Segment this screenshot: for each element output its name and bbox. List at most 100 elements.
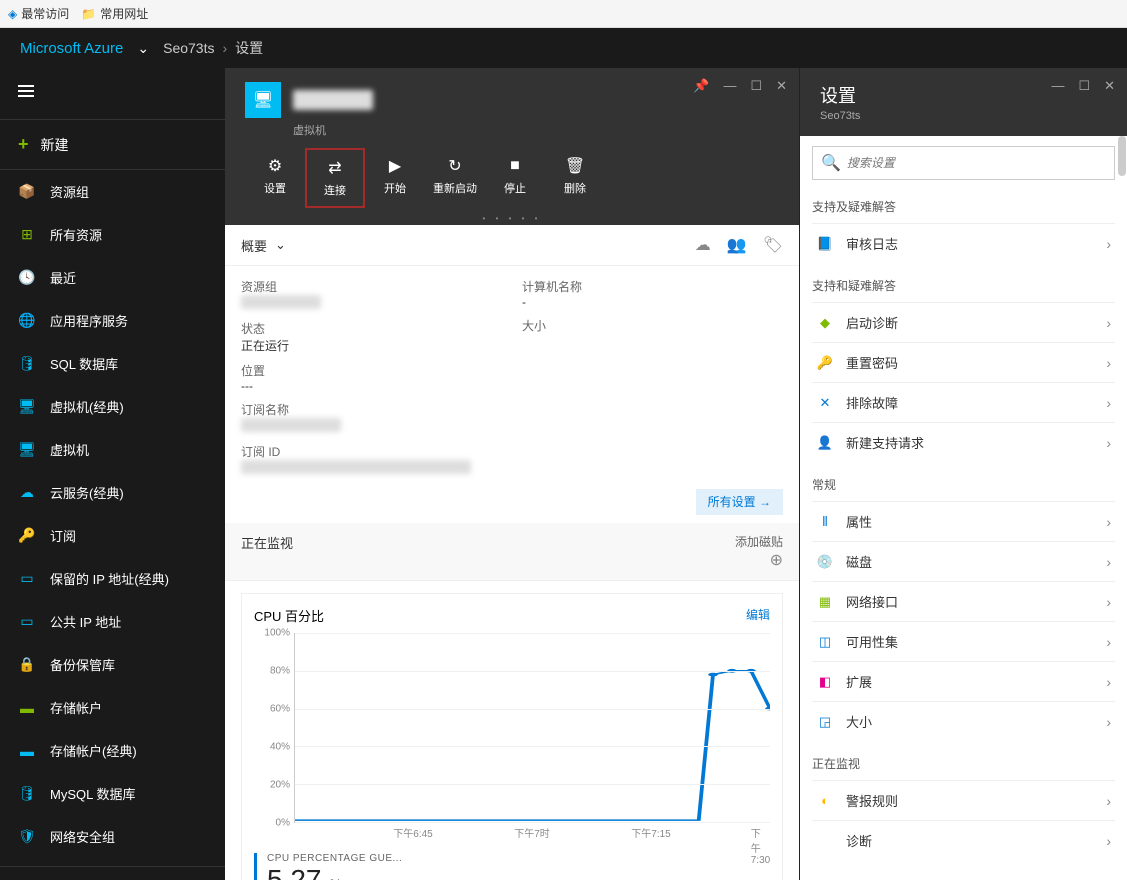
setting-label: 诊断 bbox=[846, 831, 872, 850]
new-resource-button[interactable]: + 新建 bbox=[0, 120, 225, 170]
breadcrumb-item[interactable]: Seo73ts bbox=[163, 40, 214, 56]
nav-label: MySQL 数据库 bbox=[50, 784, 135, 803]
nav-icon: 🖥 bbox=[18, 398, 36, 416]
prop-label: 订阅名称 bbox=[241, 401, 502, 418]
scrollbar[interactable] bbox=[1118, 136, 1126, 176]
sidebar-item[interactable]: ▬ 存储帐户 bbox=[0, 686, 225, 729]
sidebar-item[interactable]: 🕓 最近 bbox=[0, 256, 225, 299]
sidebar-item[interactable]: ▭保留的 IP 地址(经典) bbox=[0, 557, 225, 600]
setting-label: 警报规则 bbox=[846, 791, 898, 810]
sidebar-item[interactable]: 🌐应用程序服务 bbox=[0, 299, 225, 342]
settings-subtitle: Seo73ts bbox=[820, 110, 1107, 122]
vm-blade: 📌 — ☐ ✕ 🖥 虚拟机 ⚙设置⇄连接▶开始↻重新启动■停止🗑删除 • • •… bbox=[225, 68, 800, 880]
search-settings-input[interactable]: 🔍 bbox=[812, 146, 1115, 180]
cpu-chart-card[interactable]: CPU 百分比 编辑 100%80%60%40%20%0% bbox=[241, 593, 783, 880]
setting-icon: 🔑 bbox=[816, 354, 834, 372]
nav-label: 存储帐户 bbox=[50, 698, 102, 717]
close-icon[interactable]: ✕ bbox=[1104, 78, 1115, 94]
settings-item[interactable]: 📘审核日志› bbox=[812, 223, 1115, 263]
settings-item[interactable]: ✕排除故障› bbox=[812, 382, 1115, 422]
chevron-right-icon: › bbox=[1106, 674, 1111, 690]
browse-button[interactable]: 浏览 › bbox=[0, 866, 225, 880]
pin-icon[interactable]: 📌 bbox=[693, 78, 709, 94]
setting-label: 可用性集 bbox=[846, 632, 898, 651]
sidebar-item[interactable]: ☁云服务(经典) bbox=[0, 471, 225, 514]
hamburger-menu[interactable] bbox=[0, 68, 225, 120]
nav-icon: 🕓 bbox=[18, 269, 36, 287]
settings-item[interactable]: ◆启动诊断› bbox=[812, 302, 1115, 342]
chevron-down-icon: ⌄ bbox=[275, 237, 286, 253]
users-icon[interactable]: 👥 bbox=[727, 235, 747, 255]
nav-icon: ▬ bbox=[18, 699, 36, 717]
sidebar-item[interactable]: ⊞所有资源 bbox=[0, 213, 225, 256]
toolbar-button[interactable]: ⇄连接 bbox=[305, 148, 365, 208]
toolbar-button[interactable]: ■停止 bbox=[485, 148, 545, 208]
maximize-icon[interactable]: ☐ bbox=[1078, 78, 1090, 94]
computer-name-value: - bbox=[522, 295, 783, 309]
chevron-down-icon[interactable]: ⌄ bbox=[137, 40, 149, 57]
chevron-right-icon: › bbox=[1106, 236, 1111, 252]
settings-item[interactable]: ◫可用性集› bbox=[812, 621, 1115, 661]
settings-item[interactable]: ◐警报规则› bbox=[812, 780, 1115, 820]
sidebar-item[interactable]: 🖥虚拟机(经典) bbox=[0, 385, 225, 428]
chevron-right-icon: › bbox=[222, 40, 227, 56]
toolbar-button[interactable]: ↻重新启动 bbox=[425, 148, 485, 208]
toolbar-label: 开始 bbox=[365, 180, 425, 196]
settings-item[interactable]: 💿磁盘› bbox=[812, 541, 1115, 581]
prop-label: 资源组 bbox=[241, 278, 502, 295]
cloud-icon[interactable]: ☁ bbox=[695, 235, 711, 255]
sidebar-item[interactable]: 🖥 虚拟机 bbox=[0, 428, 225, 471]
minimize-icon[interactable]: — bbox=[1051, 78, 1064, 94]
add-tile-button[interactable]: ⊕ bbox=[735, 550, 783, 570]
nav-icon: 🌐 bbox=[18, 312, 36, 330]
bookmark-common-sites[interactable]: 📁常用网址 bbox=[81, 5, 148, 22]
settings-item[interactable]: 👤新建支持请求› bbox=[812, 422, 1115, 462]
settings-item[interactable]: 🔑重置密码› bbox=[812, 342, 1115, 382]
nav-label: 最近 bbox=[50, 268, 76, 287]
settings-item[interactable]: 诊断› bbox=[812, 820, 1115, 860]
maximize-icon[interactable]: ☐ bbox=[750, 78, 762, 94]
settings-item[interactable]: ◲大小› bbox=[812, 701, 1115, 741]
chart-title: CPU 百分比 bbox=[254, 606, 324, 625]
nav-icon: ⊞ bbox=[18, 226, 36, 244]
settings-item[interactable]: ◧扩展› bbox=[812, 661, 1115, 701]
nav-label: 虚拟机 bbox=[50, 440, 89, 459]
overview-heading[interactable]: 概要 ⌄ bbox=[241, 236, 286, 255]
setting-label: 启动诊断 bbox=[846, 313, 898, 332]
settings-section-title: 支持及疑难解答 bbox=[812, 198, 1115, 215]
setting-icon: ◲ bbox=[816, 713, 834, 731]
settings-section-title: 正在监视 bbox=[812, 755, 1115, 772]
nav-icon: 🖥 bbox=[18, 441, 36, 459]
nav-label: 公共 IP 地址 bbox=[50, 612, 121, 631]
minimize-icon[interactable]: — bbox=[723, 78, 736, 94]
toolbar-button[interactable]: 🗑删除 bbox=[545, 148, 605, 208]
location-value: --- bbox=[241, 379, 502, 393]
nav-icon: ☁ bbox=[18, 484, 36, 502]
search-icon: 🔍 bbox=[821, 153, 841, 173]
toolbar-button[interactable]: ▶开始 bbox=[365, 148, 425, 208]
settings-item[interactable]: ⦀属性› bbox=[812, 501, 1115, 541]
sidebar-item[interactable]: 🛢SQL 数据库 bbox=[0, 342, 225, 385]
sidebar-item[interactable]: ▬存储帐户(经典) bbox=[0, 729, 225, 772]
all-settings-link[interactable]: 所有设置 → bbox=[696, 489, 783, 515]
toolbar-button[interactable]: ⚙设置 bbox=[245, 148, 305, 208]
chart-edit-link[interactable]: 编辑 bbox=[746, 606, 770, 625]
chevron-right-icon: › bbox=[1106, 315, 1111, 331]
close-icon[interactable]: ✕ bbox=[776, 78, 787, 94]
sidebar-item[interactable]: 🔒备份保管库 bbox=[0, 643, 225, 686]
nav-label: 存储帐户(经典) bbox=[50, 741, 137, 760]
settings-item[interactable]: ▦网络接口› bbox=[812, 581, 1115, 621]
breadcrumb-item[interactable]: 设置 bbox=[235, 38, 263, 58]
sidebar-item[interactable]: 🛡网络安全组 bbox=[0, 815, 225, 858]
resource-group-value bbox=[241, 295, 321, 309]
sidebar-item[interactable]: ▭ 公共 IP 地址 bbox=[0, 600, 225, 643]
tag-icon[interactable]: 🏷 bbox=[763, 235, 783, 255]
azure-logo[interactable]: Microsoft Azure bbox=[20, 40, 123, 57]
bookmark-most-visited[interactable]: ◈最常访问 bbox=[8, 5, 69, 22]
sidebar-item[interactable]: 📦资源组 bbox=[0, 170, 225, 213]
sidebar-item[interactable]: 🔑订阅 bbox=[0, 514, 225, 557]
sidebar-item[interactable]: 🛢MySQL 数据库 bbox=[0, 772, 225, 815]
subscription-id-value bbox=[241, 460, 471, 474]
nav-icon: ▭ bbox=[18, 613, 36, 631]
nav-icon: 📦 bbox=[18, 183, 36, 201]
